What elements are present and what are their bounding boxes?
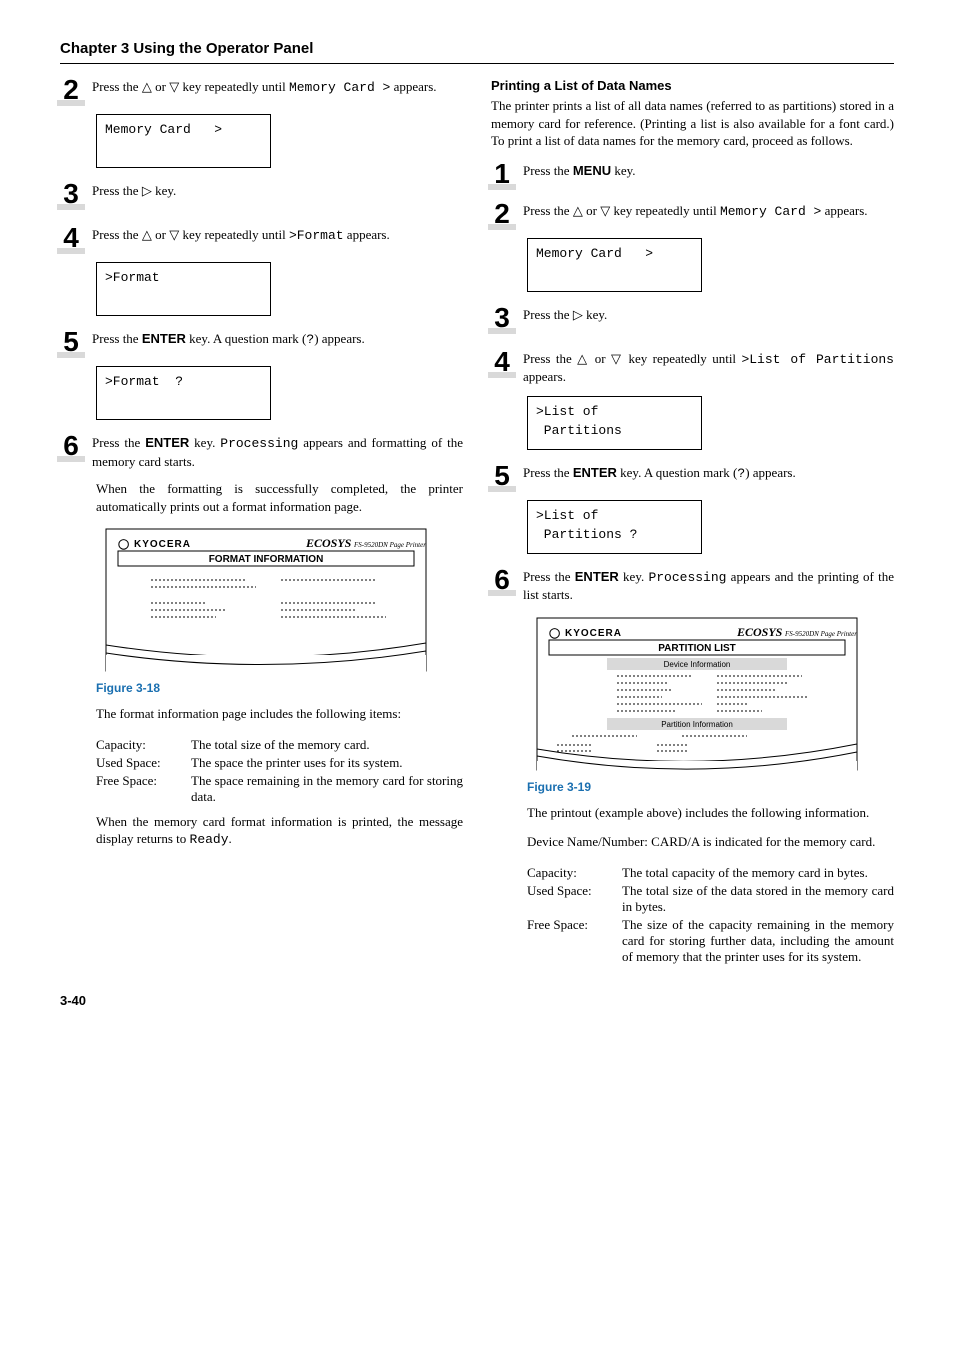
brand-text: ◯ KYOCERA	[118, 539, 191, 550]
section-heading: Printing a List of Data Names	[491, 78, 894, 93]
up-triangle-icon: △	[577, 351, 589, 366]
step-number: 5	[60, 328, 82, 356]
step-6: 6 Press the ENTER key. Processing appear…	[60, 434, 463, 470]
right-step-5: 5 Press the ENTER key. A question mark (…	[491, 464, 894, 490]
def-term: Capacity:	[96, 737, 191, 753]
page-columns: 2 Press the △ or ▽ key repeatedly until …	[60, 78, 894, 967]
step-number: 2	[60, 76, 82, 104]
step-number: 2	[491, 200, 513, 228]
device-name-line: Device Name/Number: CARD/A is indicated …	[527, 833, 894, 851]
step-text: Press the ENTER key. Processing appears …	[92, 434, 463, 470]
def-term: Used Space:	[96, 755, 191, 771]
down-triangle-icon: ▽	[611, 351, 623, 366]
right-step-4: 4 Press the △ or ▽ key repeatedly until …	[491, 350, 894, 386]
definitions-list: Capacity:The total capacity of the memor…	[527, 865, 894, 965]
def-term: Free Space:	[527, 917, 622, 965]
format-info-sheet: ◯ KYOCERA ECOSYS FS-9520DN Page Printer …	[96, 525, 436, 675]
step-text: Press the △ or ▽ key repeatedly until Me…	[523, 202, 894, 221]
step-5: 5 Press the ENTER key. A question mark (…	[60, 330, 463, 356]
step-number: 3	[491, 304, 513, 332]
section-intro: The printer prints a list of all data na…	[491, 97, 894, 150]
lcd-display: >Format ?	[96, 366, 271, 420]
step-4: 4 Press the △ or ▽ key repeatedly until …	[60, 226, 463, 252]
figure-label: Figure 3-18	[96, 681, 463, 695]
step-2: 2 Press the △ or ▽ key repeatedly until …	[60, 78, 463, 104]
model-text: FS-9520DN Page Printer	[353, 541, 426, 549]
step-3: 3 Press the ▷ key.	[60, 182, 463, 208]
right-step-3: 3 Press the ▷ key.	[491, 306, 894, 332]
ecosys-logo: ECOSYS	[305, 536, 352, 550]
page-number: 3-40	[60, 993, 894, 1008]
def-text: The total size of the memory card.	[191, 737, 463, 753]
partition-list-sheet: ◯ KYOCERA ECOSYS FS-9520DN Page Printer …	[527, 614, 867, 774]
step-6-continued: When the formatting is successfully comp…	[96, 480, 463, 515]
step-number: 4	[491, 348, 513, 376]
down-triangle-icon: ▽	[169, 227, 179, 242]
lcd-display: >Format	[96, 262, 271, 316]
def-term: Used Space:	[527, 883, 622, 915]
step-number: 1	[491, 160, 513, 188]
def-row: Capacity:The total size of the memory ca…	[96, 737, 463, 753]
ecosys-logo: ECOSYS	[736, 625, 783, 639]
step-number: 6	[491, 566, 513, 594]
def-row: Free Space:The space remaining in the me…	[96, 773, 463, 805]
format-items-intro: The format information page includes the…	[96, 705, 463, 723]
up-triangle-icon: △	[142, 79, 152, 94]
lcd-display: >List of Partitions	[527, 396, 702, 450]
def-text: The space remaining in the memory card f…	[191, 773, 463, 805]
right-triangle-icon: ▷	[573, 307, 583, 322]
sheet-title: PARTITION LIST	[658, 643, 736, 654]
step-text: Press the △ or ▽ key repeatedly until Me…	[92, 78, 463, 97]
step-text: Press the △ or ▽ key repeatedly until >F…	[92, 226, 463, 245]
right-column: Printing a List of Data Names The printe…	[491, 78, 894, 967]
def-term: Free Space:	[96, 773, 191, 805]
step-text: Press the ENTER key. A question mark (?)…	[523, 464, 894, 483]
down-triangle-icon: ▽	[169, 79, 179, 94]
lcd-display: Memory Card >	[96, 114, 271, 168]
step-text: Press the ENTER key. Processing appears …	[523, 568, 894, 604]
def-row: Capacity:The total capacity of the memor…	[527, 865, 894, 881]
left-column: 2 Press the △ or ▽ key repeatedly until …	[60, 78, 463, 967]
step-number: 3	[60, 180, 82, 208]
lcd-display: Memory Card >	[527, 238, 702, 292]
def-text: The total size of the data stored in the…	[622, 883, 894, 915]
left-footer-para: When the memory card format information …	[96, 813, 463, 849]
right-step-2: 2 Press the △ or ▽ key repeatedly until …	[491, 202, 894, 228]
def-row: Used Space:The space the printer uses fo…	[96, 755, 463, 771]
step-text: Press the ENTER key. A question mark (?)…	[92, 330, 463, 349]
brand-text: ◯ KYOCERA	[549, 628, 622, 639]
right-triangle-icon: ▷	[142, 183, 152, 198]
definitions-list: Capacity:The total size of the memory ca…	[96, 737, 463, 805]
model-text: FS-9520DN Page Printer	[784, 630, 857, 638]
right-step-1: 1 Press the MENU key.	[491, 162, 894, 188]
step-number: 4	[60, 224, 82, 252]
step-text: Press the △ or ▽ key repeatedly until >L…	[523, 350, 894, 386]
step-number: 5	[491, 462, 513, 490]
step-text: Press the ▷ key.	[92, 182, 463, 200]
right-step-6: 6 Press the ENTER key. Processing appear…	[491, 568, 894, 604]
printout-intro: The printout (example above) includes th…	[527, 804, 894, 822]
section-partition-info: Partition Information	[661, 720, 733, 729]
down-triangle-icon: ▽	[600, 203, 610, 218]
sheet-title: FORMAT INFORMATION	[209, 554, 324, 565]
def-text: The size of the capacity remaining in th…	[622, 917, 894, 965]
step-number: 6	[60, 432, 82, 460]
step-text: Press the MENU key.	[523, 162, 894, 180]
lcd-display: >List of Partitions ?	[527, 500, 702, 554]
divider	[60, 63, 894, 64]
up-triangle-icon: △	[573, 203, 583, 218]
figure-label: Figure 3-19	[527, 780, 894, 794]
def-row: Used Space:The total size of the data st…	[527, 883, 894, 915]
up-triangle-icon: △	[142, 227, 152, 242]
def-term: Capacity:	[527, 865, 622, 881]
step-text: Press the ▷ key.	[523, 306, 894, 324]
def-text: The space the printer uses for its syste…	[191, 755, 463, 771]
section-device-info: Device Information	[664, 660, 731, 669]
def-text: The total capacity of the memory card in…	[622, 865, 894, 881]
def-row: Free Space:The size of the capacity rema…	[527, 917, 894, 965]
chapter-title: Chapter 3 Using the Operator Panel	[60, 40, 894, 57]
